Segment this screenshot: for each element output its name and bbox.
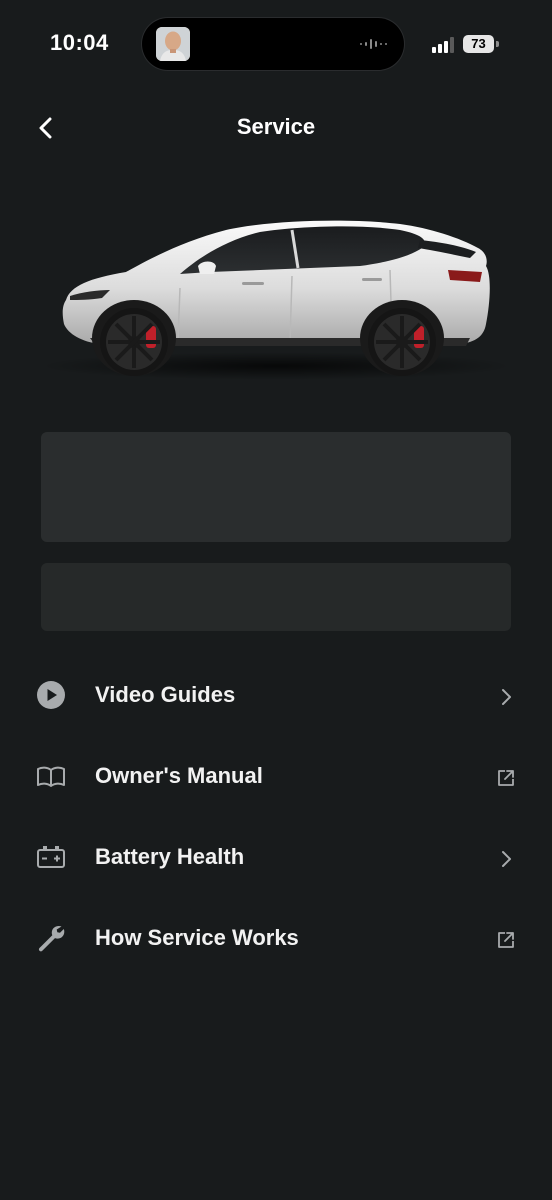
rear-wheel bbox=[368, 308, 436, 376]
service-info-card[interactable] bbox=[41, 432, 511, 542]
battery-icon bbox=[37, 846, 65, 868]
book-icon bbox=[37, 766, 65, 787]
chevron-right-icon bbox=[502, 689, 511, 705]
menu-item-label: Owner's Manual bbox=[95, 763, 263, 788]
status-bar: 10:04 73 bbox=[0, 0, 552, 90]
page-title: Service bbox=[236, 114, 316, 139]
front-wheel bbox=[100, 308, 168, 376]
menu-item-label: How Service Works bbox=[95, 925, 299, 950]
menu-item-video-guides[interactable]: Video Guides bbox=[0, 656, 552, 737]
battery-icon: 73 bbox=[463, 35, 494, 53]
menu-item-battery-health[interactable]: Battery Health bbox=[0, 818, 552, 899]
dynamic-island[interactable] bbox=[142, 18, 404, 70]
menu-item-label: Battery Health bbox=[95, 844, 245, 869]
service-menu: Video Guides Owner's Manual Battery Heal… bbox=[0, 656, 552, 980]
nav-bar: Service bbox=[0, 100, 552, 156]
external-link-icon bbox=[498, 932, 514, 948]
menu-item-how-service-works[interactable]: How Service Works bbox=[0, 899, 552, 980]
menu-item-owners-manual[interactable]: Owner's Manual bbox=[0, 737, 552, 818]
wrench-icon bbox=[38, 926, 65, 952]
menu-item-label: Video Guides bbox=[95, 682, 236, 707]
cellular-signal-icon bbox=[432, 37, 456, 58]
vehicle-image bbox=[30, 200, 522, 390]
chevron-right-icon bbox=[502, 851, 511, 867]
service-action-card[interactable] bbox=[41, 563, 511, 631]
battery-nub bbox=[496, 41, 499, 47]
play-circle-icon bbox=[37, 681, 65, 709]
external-link-icon bbox=[498, 770, 514, 786]
contact-avatar bbox=[156, 27, 190, 61]
status-time: 10:04 bbox=[50, 30, 109, 55]
audio-waveform-icon bbox=[360, 37, 390, 56]
